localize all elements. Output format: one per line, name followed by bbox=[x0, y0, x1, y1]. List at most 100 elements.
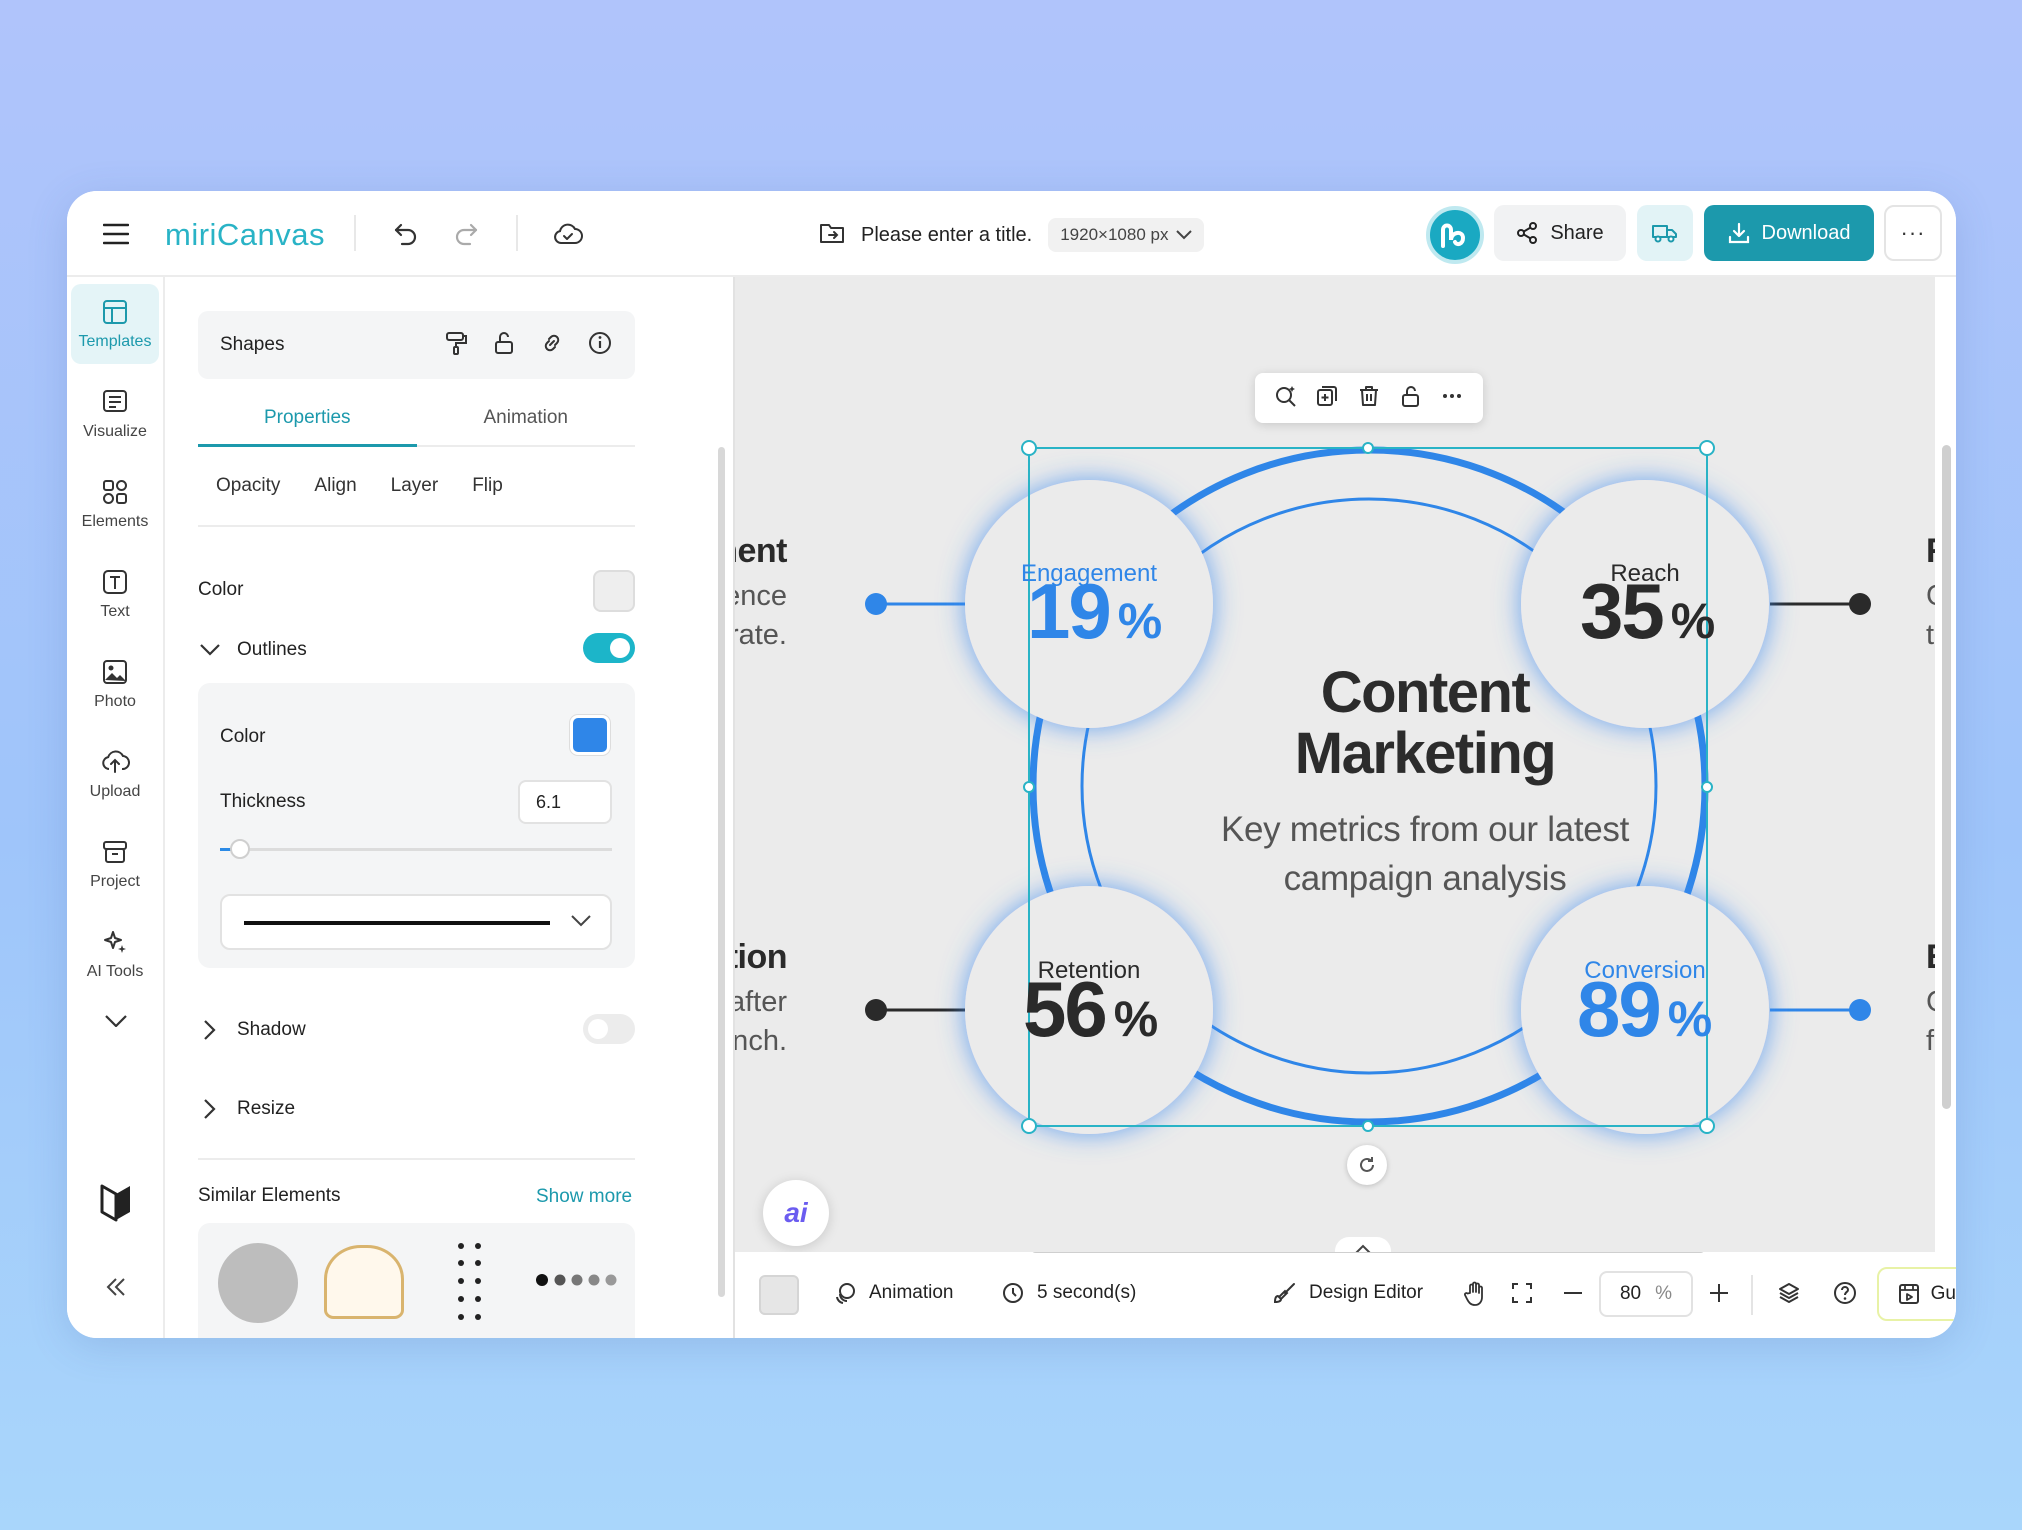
redo-icon[interactable] bbox=[445, 213, 487, 255]
sidebar-item-label: Templates bbox=[78, 333, 152, 350]
delete-icon[interactable] bbox=[1357, 384, 1381, 413]
line-style-dropdown[interactable] bbox=[220, 894, 612, 950]
chevron-right-icon[interactable] bbox=[203, 1098, 217, 1125]
similar-element-circle[interactable] bbox=[218, 1243, 298, 1323]
paint-roller-icon[interactable] bbox=[443, 330, 469, 361]
thickness-slider-thumb[interactable] bbox=[230, 839, 250, 859]
layers-icon[interactable] bbox=[1777, 1281, 1801, 1305]
info-icon[interactable] bbox=[587, 330, 613, 361]
right-bottom-text-2[interactable]: from t bbox=[1926, 1022, 1935, 1061]
document-title[interactable]: Please enter a title. bbox=[861, 224, 1032, 247]
sidebar-item-ai-tools[interactable]: AI Tools bbox=[71, 914, 159, 994]
share-icon bbox=[1517, 222, 1538, 244]
undo-icon[interactable] bbox=[385, 213, 427, 255]
duplicate-icon[interactable] bbox=[1315, 384, 1339, 413]
left-bottom-text-1[interactable]: te after bbox=[735, 983, 787, 1022]
hamburger-menu-icon[interactable] bbox=[95, 213, 137, 255]
user-avatar[interactable] bbox=[1426, 206, 1484, 264]
background-color-swatch[interactable] bbox=[759, 1275, 799, 1315]
more-options-icon[interactable] bbox=[1440, 384, 1464, 413]
design-editor-label: Design Editor bbox=[1309, 1282, 1424, 1303]
left-top-text-2[interactable]: nt rate. bbox=[735, 616, 787, 655]
outlines-toggle[interactable] bbox=[583, 633, 635, 663]
collapse-sidebar-icon[interactable] bbox=[93, 1267, 139, 1307]
zoom-out-icon[interactable] bbox=[1561, 1281, 1585, 1305]
download-icon bbox=[1728, 222, 1749, 244]
chevron-down-icon[interactable] bbox=[199, 643, 221, 662]
help-icon[interactable] bbox=[1833, 1281, 1857, 1305]
design-artboard[interactable]: ement udience nt rate. ention te after l… bbox=[735, 277, 1935, 1252]
design-editor-button[interactable]: Design Editor bbox=[1273, 1281, 1423, 1305]
collapse-bottom-panel-button[interactable] bbox=[1335, 1237, 1391, 1253]
left-bottom-heading[interactable]: ention bbox=[735, 938, 787, 977]
tab-properties[interactable]: Properties bbox=[198, 391, 417, 447]
unlock-icon[interactable] bbox=[491, 330, 517, 361]
ai-tools-icon bbox=[104, 931, 126, 953]
fit-screen-icon[interactable] bbox=[1510, 1281, 1534, 1305]
thickness-slider-track[interactable] bbox=[220, 848, 612, 851]
subtab-flip[interactable]: Flip bbox=[472, 475, 503, 497]
more-tools-chevron-icon[interactable] bbox=[93, 1001, 139, 1041]
canvas-size-dropdown[interactable]: 1920×1080 px bbox=[1048, 218, 1205, 252]
right-top-text-1[interactable]: Growt bbox=[1926, 577, 1935, 616]
right-bottom-text-1[interactable]: Conve bbox=[1926, 983, 1935, 1022]
app-logo[interactable]: miriCanvas bbox=[165, 217, 325, 253]
fill-color-swatch[interactable] bbox=[593, 570, 635, 612]
chevron-right-icon[interactable] bbox=[203, 1019, 217, 1046]
sidebar-item-text[interactable]: Text bbox=[71, 554, 159, 634]
zoom-level-input[interactable]: 80 % bbox=[1599, 1271, 1693, 1317]
divider bbox=[1751, 1275, 1753, 1315]
diagram-subtitle[interactable]: Key metrics from our latest campaign ana… bbox=[1145, 805, 1705, 903]
sidebar-item-elements[interactable]: Elements bbox=[71, 464, 159, 544]
outline-color-swatch[interactable] bbox=[570, 715, 610, 755]
thickness-input[interactable]: 6.1 bbox=[518, 780, 612, 824]
rotate-handle-icon[interactable] bbox=[1347, 1145, 1387, 1185]
sidebar-item-project[interactable]: Project bbox=[71, 824, 159, 904]
metric-unit: % bbox=[1113, 991, 1159, 1047]
metric-value-retention[interactable]: 56% bbox=[1023, 964, 1158, 1055]
left-top-text-1[interactable]: udience bbox=[735, 577, 787, 616]
brand-kit-icon[interactable] bbox=[93, 1177, 139, 1227]
similar-element-dot-row[interactable] bbox=[536, 1273, 618, 1287]
metric-value-reach[interactable]: 35% bbox=[1580, 566, 1715, 657]
print-order-button[interactable] bbox=[1637, 205, 1693, 261]
sidebar-item-photo[interactable]: Photo bbox=[71, 644, 159, 724]
panel-scrollbar[interactable] bbox=[718, 447, 725, 1297]
similar-element-dot-grid[interactable] bbox=[456, 1241, 484, 1323]
subtab-layer[interactable]: Layer bbox=[391, 475, 439, 497]
vertical-scrollbar[interactable] bbox=[1942, 445, 1951, 1109]
share-button[interactable]: Share bbox=[1494, 205, 1626, 261]
shadow-toggle[interactable] bbox=[583, 1014, 635, 1044]
hand-tool-icon[interactable] bbox=[1463, 1281, 1487, 1307]
cloud-save-icon[interactable] bbox=[547, 213, 589, 255]
sidebar-item-upload[interactable]: Upload bbox=[71, 734, 159, 814]
right-top-text-2[interactable]: this qu bbox=[1926, 616, 1935, 655]
diagram-title-line-1: Content bbox=[1320, 660, 1531, 725]
right-top-heading[interactable]: Reac bbox=[1926, 532, 1935, 571]
sidebar-item-visualize[interactable]: Visualize bbox=[71, 374, 159, 454]
diagram-title[interactable]: Content Marketing bbox=[1245, 662, 1605, 784]
metric-value-conversion[interactable]: 89% bbox=[1577, 964, 1712, 1055]
zoom-in-icon[interactable] bbox=[1707, 1281, 1731, 1305]
show-more-link[interactable]: Show more bbox=[536, 1186, 632, 1208]
duration-button[interactable]: 5 second(s) bbox=[1001, 1281, 1136, 1305]
guide-button[interactable]: Guide bbox=[1877, 1267, 1956, 1321]
right-bottom-heading[interactable]: Enter bbox=[1926, 938, 1935, 977]
tab-animation[interactable]: Animation bbox=[417, 391, 636, 445]
ai-assistant-button[interactable]: ai bbox=[763, 1180, 829, 1246]
link-icon[interactable] bbox=[539, 330, 565, 361]
download-button[interactable]: Download bbox=[1704, 205, 1874, 261]
left-bottom-text-2[interactable]: launch. bbox=[735, 1022, 787, 1061]
unlock-icon[interactable] bbox=[1399, 384, 1423, 413]
animation-button[interactable]: Animation bbox=[833, 1281, 954, 1305]
magic-search-icon[interactable] bbox=[1274, 384, 1298, 413]
outlines-label: Outlines bbox=[237, 639, 307, 660]
folder-icon[interactable] bbox=[819, 221, 845, 250]
sidebar-item-templates[interactable]: Templates bbox=[71, 284, 159, 364]
subtab-align[interactable]: Align bbox=[314, 475, 356, 497]
metric-value-engagement[interactable]: 19% bbox=[1027, 566, 1162, 657]
left-top-heading[interactable]: ement bbox=[735, 532, 787, 571]
similar-element-arch[interactable] bbox=[324, 1245, 404, 1319]
subtab-opacity[interactable]: Opacity bbox=[216, 475, 280, 497]
more-options-button[interactable]: ··· bbox=[1884, 205, 1942, 261]
